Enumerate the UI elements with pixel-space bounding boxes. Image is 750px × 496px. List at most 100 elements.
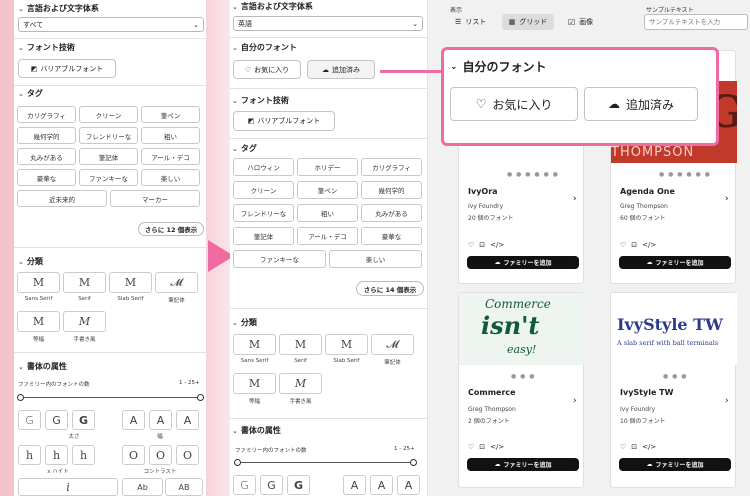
heart-icon[interactable]: ♡ (468, 241, 474, 249)
tag-item[interactable]: クリーン (233, 181, 294, 199)
tag-item[interactable]: 筆ペン (297, 181, 358, 199)
carousel-dots[interactable]: ● ● ● (663, 373, 688, 380)
language-section-header[interactable]: ⌄ 言語および文字体系 (232, 1, 313, 12)
font-card-commerce[interactable]: Commerce isn't easy! ● ● ● Commerce › Gr… (458, 292, 585, 488)
callout-favorites-button[interactable]: ♡ お気に入り (450, 87, 578, 121)
foundry-name[interactable]: Ivy Foundry (468, 203, 503, 210)
language-select[interactable]: 英語 ⌄ (233, 16, 423, 31)
font-tech-section-header[interactable]: ⌄ フォント技術 (18, 42, 75, 53)
bookmark-icon[interactable]: ⊡ (631, 443, 637, 451)
width-wide-option[interactable]: A (176, 410, 199, 430)
carousel-dots[interactable]: ● ● ● (511, 373, 536, 380)
width-regular-option[interactable]: A (149, 410, 172, 430)
tag-item[interactable]: 幾何学的 (361, 181, 422, 199)
xheight-high-option[interactable]: h (72, 445, 95, 465)
slider-min-handle[interactable] (17, 394, 24, 401)
classification-option[interactable]: M (17, 272, 60, 293)
chevron-right-icon[interactable]: › (725, 396, 729, 406)
tag-item[interactable]: 筆ペン (141, 106, 200, 123)
variable-font-button[interactable]: ◩ バリアブルフォント (18, 59, 116, 78)
tag-item[interactable]: 豪華な (17, 169, 76, 186)
classification-option[interactable]: 𝓜 (371, 334, 414, 355)
font-tech-section-header[interactable]: ⌄ フォント技術 (232, 95, 289, 106)
weight-regular-option[interactable]: G (45, 410, 68, 430)
variable-font-button[interactable]: ◩ バリアブルフォント (233, 111, 335, 131)
tag-item[interactable]: 粗い (141, 127, 200, 144)
add-family-button[interactable]: ☁ ファミリーを追加 (467, 458, 579, 471)
weight-light-option[interactable]: G (233, 475, 256, 495)
case-option-2[interactable]: AB (165, 478, 203, 496)
font-name[interactable]: Agenda One (620, 187, 675, 196)
weight-bold-option[interactable]: G (287, 475, 310, 495)
add-family-button[interactable]: ☁ ファミリーを追加 (619, 458, 731, 471)
carousel-dots[interactable]: ● ● ● ● ● ● (659, 171, 711, 178)
width-narrow-option[interactable]: A (343, 475, 366, 495)
classification-option[interactable]: M (63, 272, 106, 293)
tag-item[interactable]: 筆記体 (79, 148, 138, 165)
classification-option[interactable]: 𝓜 (155, 272, 198, 293)
list-view-toggle[interactable]: ☰ リスト (455, 17, 486, 27)
italic-option[interactable]: i (18, 478, 118, 496)
tag-item[interactable]: 粗い (297, 204, 358, 222)
classification-section-header[interactable]: ⌄ 分類 (18, 256, 43, 267)
classification-option[interactable]: M (233, 373, 276, 394)
favorites-button[interactable]: ♡ お気に入り (233, 60, 301, 79)
tag-item[interactable]: カリグラフィ (17, 106, 76, 123)
added-button[interactable]: ☁ 追加済み (307, 60, 375, 79)
callout-added-button[interactable]: ☁ 追加済み (584, 87, 698, 121)
slider-max-handle[interactable] (410, 459, 417, 466)
tag-item[interactable]: 丸みがある (361, 204, 422, 222)
carousel-dots[interactable]: ● ● ● ● ● ● (507, 171, 559, 178)
foundry-name[interactable]: Ivy Foundry (620, 406, 655, 413)
code-icon[interactable]: </> (490, 241, 504, 249)
language-select[interactable]: すべて ⌄ (18, 17, 204, 32)
weight-light-option[interactable]: G (18, 410, 41, 430)
foundry-name[interactable]: Greg Thompson (620, 203, 668, 210)
classification-section-header[interactable]: ⌄ 分類 (232, 317, 257, 328)
show-more-tags-button[interactable]: さらに 14 個表示 (356, 281, 424, 296)
show-more-tags-button[interactable]: さらに 12 個表示 (138, 222, 204, 236)
width-narrow-option[interactable]: A (122, 410, 145, 430)
code-icon[interactable]: </> (642, 241, 656, 249)
xheight-mid-option[interactable]: h (45, 445, 68, 465)
family-count-slider[interactable] (21, 397, 201, 398)
tag-item[interactable]: クリーン (79, 106, 138, 123)
add-family-button[interactable]: ☁ ファミリーを追加 (619, 256, 731, 269)
tag-item[interactable]: マーカー (110, 190, 200, 207)
heart-icon[interactable]: ♡ (620, 443, 626, 451)
font-name[interactable]: Commerce (468, 388, 516, 397)
my-fonts-section-header[interactable]: ⌄ 自分のフォント (232, 42, 297, 53)
tag-item[interactable]: 楽しい (141, 169, 200, 186)
font-name[interactable]: IvyOra (468, 187, 498, 196)
tag-item[interactable]: ファンキーな (233, 250, 326, 268)
family-count-slider[interactable] (238, 462, 414, 463)
heart-icon[interactable]: ♡ (620, 241, 626, 249)
slider-min-handle[interactable] (234, 459, 241, 466)
tag-item[interactable]: ファンキーな (79, 169, 138, 186)
width-regular-option[interactable]: A (370, 475, 393, 495)
classification-option[interactable]: M (17, 311, 60, 332)
classification-option[interactable]: 𝑀 (279, 373, 322, 394)
width-wide-option[interactable]: A (397, 475, 420, 495)
contrast-mid-option[interactable]: O (149, 445, 172, 465)
weight-regular-option[interactable]: G (260, 475, 283, 495)
chevron-right-icon[interactable]: › (725, 194, 729, 204)
tag-item[interactable]: 丸みがある (17, 148, 76, 165)
xheight-low-option[interactable]: h (18, 445, 41, 465)
weight-bold-option[interactable]: G (72, 410, 95, 430)
attributes-section-header[interactable]: ⌄ 書体の属性 (18, 361, 67, 372)
font-name[interactable]: IvyStyle TW (620, 388, 673, 397)
add-family-button[interactable]: ☁ ファミリーを追加 (467, 256, 579, 269)
classification-option[interactable]: M (279, 334, 322, 355)
bookmark-icon[interactable]: ⊡ (631, 241, 637, 249)
tag-item[interactable]: ホリデー (297, 158, 358, 176)
classification-option[interactable]: M (233, 334, 276, 355)
tags-section-header[interactable]: ⌄ タグ (18, 88, 43, 99)
attributes-section-header[interactable]: ⌄ 書体の属性 (232, 425, 281, 436)
code-icon[interactable]: </> (490, 443, 504, 451)
tag-item[interactable]: 楽しい (329, 250, 422, 268)
contrast-low-option[interactable]: O (122, 445, 145, 465)
case-option[interactable]: Ab (122, 478, 163, 496)
tag-item[interactable]: アール・デコ (297, 227, 358, 245)
slider-max-handle[interactable] (197, 394, 204, 401)
